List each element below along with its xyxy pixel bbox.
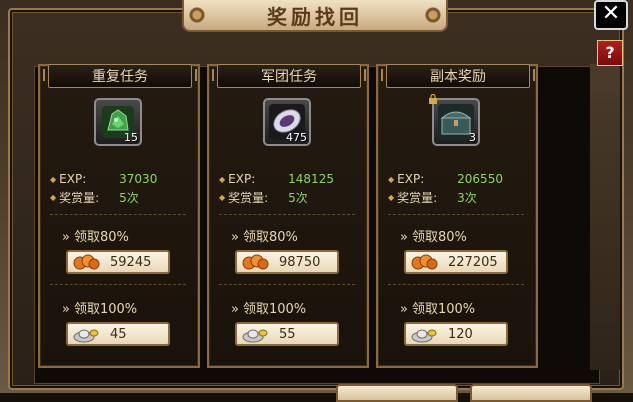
divider xyxy=(388,214,524,215)
exp-row: ◆ EXP: 37030 xyxy=(50,170,188,188)
item-slot[interactable]: 475 xyxy=(263,98,311,146)
times-row: ◆ 奖赏量: 3次 xyxy=(388,188,526,206)
double-chevron-icon: » xyxy=(231,302,239,317)
claim-100-value: 120 xyxy=(448,326,473,342)
card-header: 重复任务 xyxy=(43,64,197,88)
exp-value: 206550 xyxy=(457,172,503,186)
double-chevron-icon: » xyxy=(400,230,408,245)
title-ornament-left-icon xyxy=(188,6,206,24)
reward-card-repeat-quest: 重复任务 15 ◆ EXP: 37030 ◆ 奖赏量: 5次 » 领取80% 5… xyxy=(38,64,200,368)
diamond-bullet-icon: ◆ xyxy=(219,192,226,202)
card-stats: ◆ EXP: 148125 ◆ 奖赏量: 5次 xyxy=(219,170,357,206)
diamond-bullet-icon: ◆ xyxy=(388,174,395,184)
claim-100-label: » 领取100% xyxy=(62,302,138,317)
reward-card-dungeon: 副本奖励 3 ◆ EXP: 206550 ◆ 奖赏量: 3次 » 领取80% 2… xyxy=(376,64,538,368)
side-strip xyxy=(590,64,620,370)
times-row: ◆ 奖赏量: 5次 xyxy=(219,188,357,206)
exp-value: 148125 xyxy=(288,172,334,186)
item-slot[interactable]: 15 xyxy=(94,98,142,146)
claim-80-value: 59245 xyxy=(110,254,152,270)
double-chevron-icon: » xyxy=(231,230,239,245)
claim-80-button[interactable]: 59245 xyxy=(66,250,170,274)
window-title: 奖励找回 xyxy=(267,4,363,29)
times-value: 5次 xyxy=(119,190,139,205)
exp-row: ◆ EXP: 148125 xyxy=(219,170,357,188)
card-header: 军团任务 xyxy=(212,64,366,88)
claim-100-button[interactable]: 55 xyxy=(235,322,339,346)
double-chevron-icon: » xyxy=(400,302,408,317)
claim-100-label: » 领取100% xyxy=(400,302,476,317)
claim-100-button[interactable]: 45 xyxy=(66,322,170,346)
card-stats: ◆ EXP: 37030 ◆ 奖赏量: 5次 xyxy=(50,170,188,206)
copper-coins-icon xyxy=(242,254,269,270)
double-chevron-icon: » xyxy=(62,302,70,317)
claim-100-button[interactable]: 120 xyxy=(404,322,508,346)
claim-80-value: 227205 xyxy=(448,254,498,270)
claim-100-value: 45 xyxy=(110,326,127,342)
item-count: 15 xyxy=(124,131,138,144)
close-button[interactable]: ✕ xyxy=(594,0,628,30)
card-header: 副本奖励 xyxy=(381,64,535,88)
bottom-button-left[interactable] xyxy=(336,384,458,402)
copper-coins-icon xyxy=(411,254,438,270)
diamond-bullet-icon: ◆ xyxy=(50,174,57,184)
times-label: 奖赏量: xyxy=(228,190,269,205)
claim-100-value: 55 xyxy=(279,326,296,342)
divider xyxy=(50,284,186,285)
close-icon: ✕ xyxy=(601,1,621,26)
item-count: 3 xyxy=(469,131,476,144)
item-slot[interactable]: 3 xyxy=(429,94,480,146)
exp-label: EXP: xyxy=(59,172,87,186)
bottom-button-right[interactable] xyxy=(470,384,592,402)
copper-coins-icon xyxy=(73,254,100,270)
silver-ingot-icon xyxy=(411,329,437,343)
exp-label: EXP: xyxy=(228,172,256,186)
reward-card-legion-quest: 军团任务 475 ◆ EXP: 148125 ◆ 奖赏量: 5次 » 领取80% … xyxy=(207,64,369,368)
exp-value: 37030 xyxy=(119,172,158,186)
diamond-bullet-icon: ◆ xyxy=(388,192,395,202)
double-chevron-icon: » xyxy=(62,230,70,245)
claim-80-label: » 领取80% xyxy=(400,230,467,245)
claim-100-label: » 领取100% xyxy=(231,302,307,317)
item-count: 475 xyxy=(286,131,307,144)
divider xyxy=(50,214,186,215)
silver-ingot-icon xyxy=(242,329,268,343)
title-ornament-right-icon xyxy=(424,6,442,24)
card-title: 军团任务 xyxy=(261,69,317,85)
claim-80-label: » 领取80% xyxy=(62,230,129,245)
divider xyxy=(219,284,355,285)
claim-80-button[interactable]: 227205 xyxy=(404,250,508,274)
times-value: 5次 xyxy=(288,190,308,205)
exp-row: ◆ EXP: 206550 xyxy=(388,170,526,188)
question-mark-icon: ? xyxy=(605,43,615,62)
title-plate: 奖励找回 xyxy=(182,0,448,32)
card-title: 重复任务 xyxy=(92,69,148,85)
claim-80-value: 98750 xyxy=(279,254,321,270)
card-title: 副本奖励 xyxy=(430,69,486,85)
times-row: ◆ 奖赏量: 5次 xyxy=(50,188,188,206)
diamond-bullet-icon: ◆ xyxy=(219,174,226,184)
help-button[interactable]: ? xyxy=(597,40,623,66)
times-label: 奖赏量: xyxy=(59,190,100,205)
exp-label: EXP: xyxy=(397,172,425,186)
divider xyxy=(388,284,524,285)
times-label: 奖赏量: xyxy=(397,190,438,205)
claim-80-button[interactable]: 98750 xyxy=(235,250,339,274)
diamond-bullet-icon: ◆ xyxy=(50,192,57,202)
times-value: 3次 xyxy=(457,190,477,205)
divider xyxy=(219,214,355,215)
silver-ingot-icon xyxy=(73,329,99,343)
claim-80-label: » 领取80% xyxy=(231,230,298,245)
card-stats: ◆ EXP: 206550 ◆ 奖赏量: 3次 xyxy=(388,170,526,206)
